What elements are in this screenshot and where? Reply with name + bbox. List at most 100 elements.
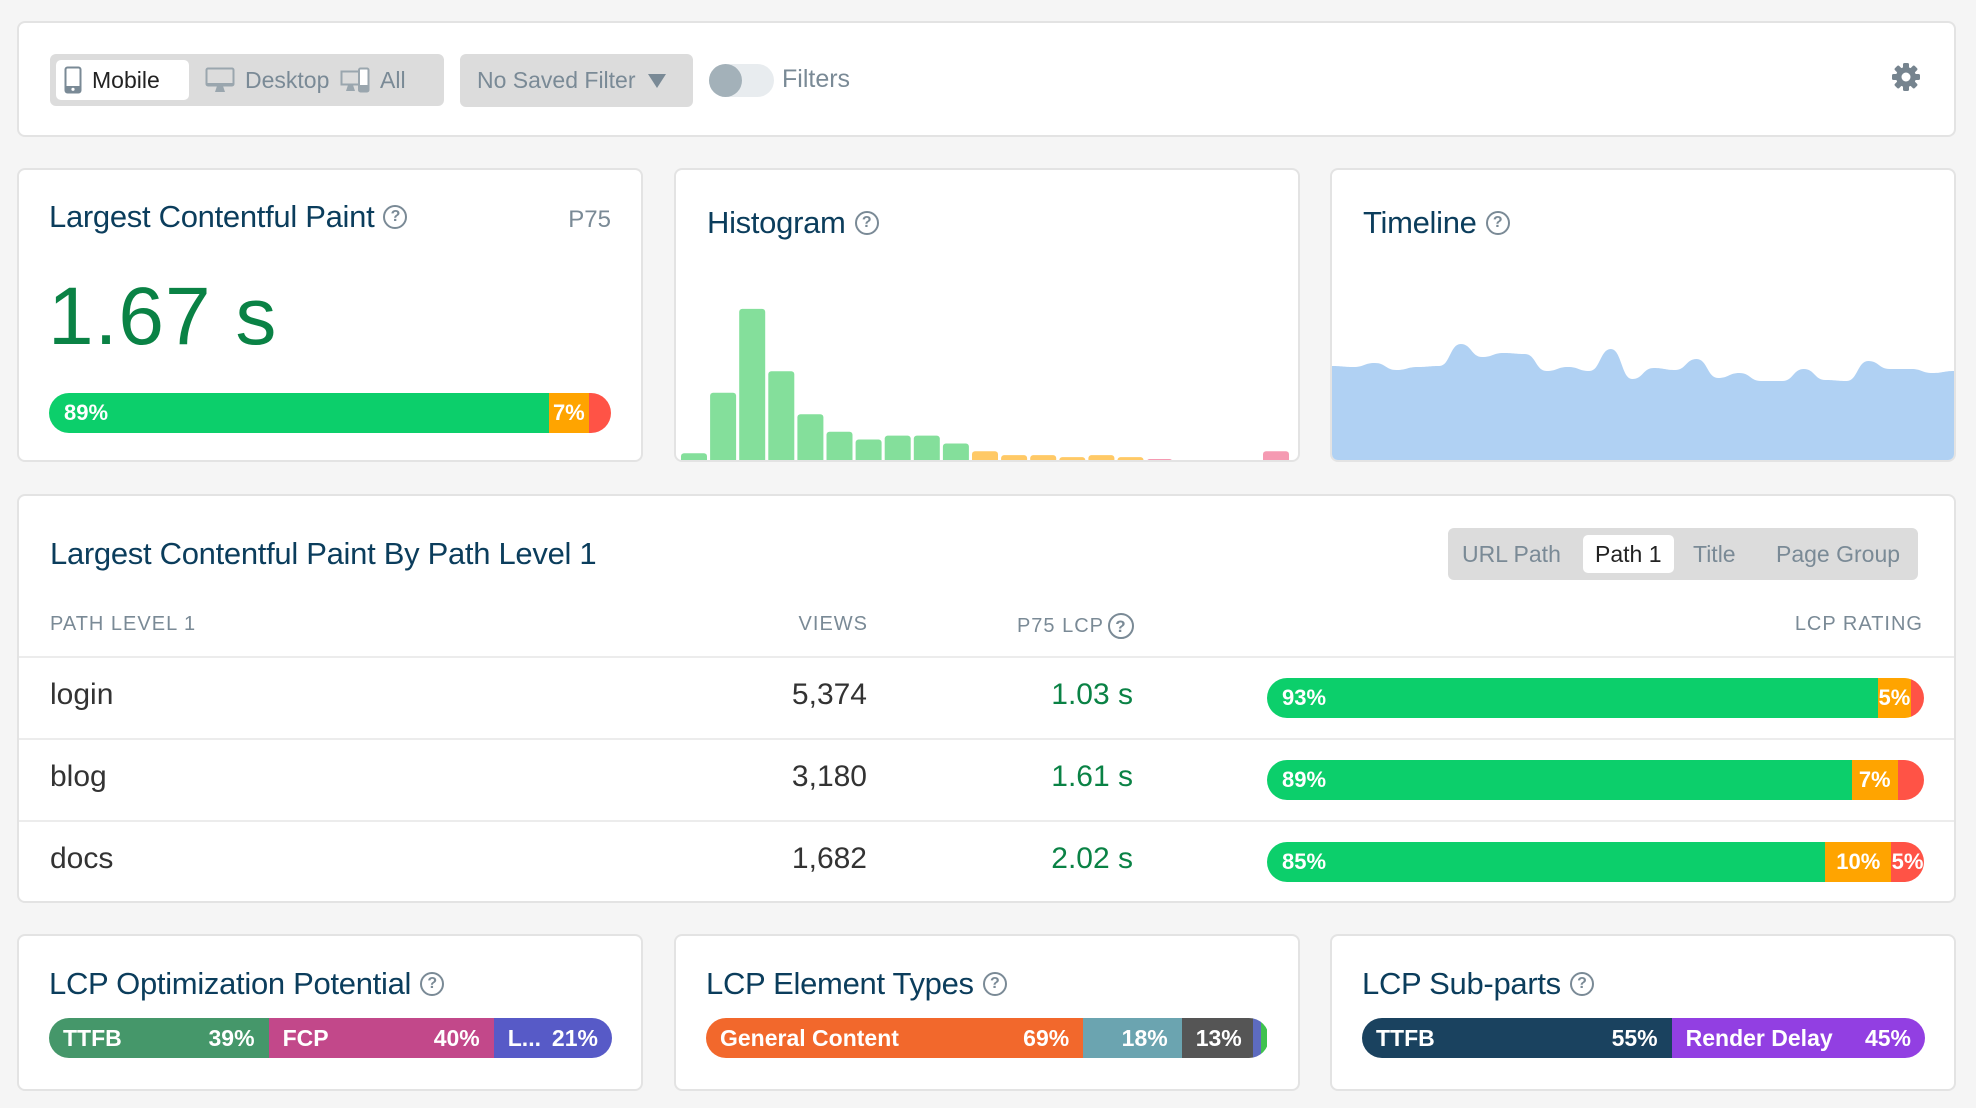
stack-segment[interactable]: Render Delay 45%	[1671, 1018, 1925, 1058]
histogram-bar[interactable]	[855, 439, 882, 460]
row-rating-bar[interactable]: 89% 7%	[1267, 760, 1924, 800]
rating-segment-ni[interactable]: 5%	[1878, 678, 1911, 718]
column-header-views[interactable]: VIEWS	[799, 613, 868, 636]
element-types-title-text: LCP Element Types	[706, 966, 974, 1001]
stack-segment[interactable]: 13%	[1181, 1018, 1254, 1058]
rating-segment-good[interactable]: 89%	[1267, 760, 1852, 800]
stack-segment[interactable]: L... 21%	[493, 1018, 612, 1058]
histogram-chart[interactable]	[676, 170, 1298, 460]
histogram-bar[interactable]	[913, 435, 940, 460]
row-views: 3,180	[791, 760, 867, 793]
histogram-bar[interactable]	[1059, 457, 1086, 460]
timeline-card: Timeline ?	[1330, 168, 1956, 462]
timeline-chart[interactable]	[1332, 170, 1954, 460]
lcp-rating-bar[interactable]: 89% 7%	[49, 393, 611, 433]
grouping-page-group[interactable]: Page Group	[1764, 535, 1912, 573]
stack-segment[interactable]	[1253, 1018, 1261, 1058]
row-path[interactable]: docs	[50, 842, 113, 876]
segment-name: FCP	[282, 1024, 329, 1051]
filters-toggle[interactable]	[709, 64, 774, 97]
grouping-title[interactable]: Title	[1681, 535, 1748, 573]
help-icon[interactable]: ?	[1569, 972, 1594, 996]
device-mobile-label: Mobile	[92, 66, 160, 93]
rating-segment-good[interactable]: 93%	[1267, 678, 1878, 718]
segment-percent: 45%	[1864, 1024, 1911, 1051]
caret-down-icon	[647, 73, 666, 88]
histogram-bar[interactable]	[1088, 455, 1115, 460]
subparts-title-text: LCP Sub-parts	[1362, 966, 1561, 1001]
rating-segment-poor[interactable]: 5%	[1891, 842, 1924, 882]
rating-segment-ni[interactable]: 7%	[1851, 760, 1898, 800]
rating-segment-good[interactable]: 89%	[49, 393, 550, 433]
filters-label: Filters	[782, 65, 851, 93]
histogram-bar[interactable]	[1030, 455, 1057, 460]
rating-segment-good[interactable]: 85%	[1267, 842, 1826, 882]
device-mobile-button[interactable]: Mobile	[56, 60, 189, 100]
subparts-bar[interactable]: TTFB 55% Render Delay 45%	[1362, 1018, 1925, 1058]
segment-percent: 40%	[433, 1024, 480, 1051]
stack-segment[interactable]: General Content 69%	[706, 1018, 1084, 1058]
column-header-p75[interactable]: P75 LCP ?	[1017, 613, 1134, 639]
help-icon[interactable]: ?	[383, 205, 408, 229]
rating-segment-poor[interactable]	[588, 393, 611, 433]
gear-icon[interactable]	[1890, 61, 1922, 93]
grouping-url-path[interactable]: URL Path	[1450, 535, 1573, 573]
lcp-summary-card: Largest Contentful Paint ? P75 1.67 s 89…	[17, 168, 643, 462]
device-selector: Mobile Desktop All	[50, 54, 444, 106]
grouping-path-1[interactable]: Path 1	[1583, 535, 1674, 573]
all-devices-icon	[340, 67, 370, 93]
help-icon[interactable]: ?	[420, 972, 445, 996]
device-all-button[interactable]: All	[332, 60, 414, 100]
row-rating-bar[interactable]: 85% 10% 5%	[1267, 842, 1924, 882]
histogram-bar[interactable]	[710, 392, 737, 460]
stack-segment[interactable]: FCP 40%	[268, 1018, 494, 1058]
column-header-p75-text: P75 LCP	[1016, 614, 1104, 637]
percentile-label: P75	[568, 206, 611, 233]
timeline-area[interactable]	[1332, 344, 1954, 460]
histogram-bar[interactable]	[942, 443, 969, 460]
histogram-bar[interactable]	[884, 435, 911, 460]
rating-segment-poor[interactable]	[1910, 678, 1924, 718]
histogram-bar[interactable]	[739, 308, 766, 460]
element-types-bar[interactable]: General Content 69% 18% 13%	[706, 1018, 1269, 1058]
segment-name: Render Delay	[1685, 1024, 1833, 1051]
subparts-title: LCP Sub-parts ?	[1362, 966, 1594, 1002]
histogram-bar[interactable]	[681, 453, 707, 460]
histogram-bar[interactable]	[1147, 459, 1173, 460]
histogram-bar[interactable]	[972, 451, 998, 460]
row-views: 1,682	[791, 842, 867, 875]
stack-segment[interactable]: TTFB 39%	[49, 1018, 269, 1058]
stack-segment[interactable]: 18%	[1083, 1018, 1182, 1058]
table-row[interactable]: blog 3,180 1.61 s 89% 7%	[19, 738, 1954, 820]
histogram-bar[interactable]	[1263, 451, 1289, 460]
row-path[interactable]: blog	[50, 760, 107, 794]
histogram-bar[interactable]	[1117, 457, 1144, 460]
segment-percent: 55%	[1611, 1024, 1658, 1051]
segment-percent: 39%	[208, 1024, 255, 1051]
segment-percent: 18%	[1121, 1024, 1168, 1051]
rating-segment-ni[interactable]: 7%	[549, 393, 589, 433]
optimization-bar[interactable]: TTFB 39% FCP 40% L... 21%	[49, 1018, 612, 1058]
histogram-bar[interactable]	[1001, 455, 1028, 460]
rating-segment-poor[interactable]	[1897, 760, 1924, 800]
help-icon[interactable]: ?	[982, 972, 1007, 996]
table-title: Largest Contentful Paint By Path Level 1	[50, 536, 597, 571]
help-icon[interactable]: ?	[1108, 613, 1134, 639]
row-path[interactable]: login	[50, 678, 113, 712]
column-header-rating[interactable]: LCP RATING	[1795, 613, 1923, 636]
rating-segment-ni[interactable]: 10%	[1825, 842, 1892, 882]
segment-percent: 21%	[551, 1024, 598, 1051]
saved-filter-dropdown[interactable]: No Saved Filter	[460, 54, 693, 107]
lcp-value: 1.67 s	[48, 271, 278, 362]
table-row[interactable]: login 5,374 1.03 s 93% 5%	[19, 656, 1954, 738]
row-rating-bar[interactable]: 93% 5%	[1267, 678, 1924, 718]
device-desktop-button[interactable]: Desktop	[197, 60, 337, 100]
histogram-bar[interactable]	[826, 431, 853, 460]
column-header-path[interactable]: PATH LEVEL 1	[50, 613, 196, 636]
stack-segment[interactable]	[1260, 1018, 1268, 1058]
histogram-bar[interactable]	[797, 414, 824, 460]
table-row[interactable]: docs 1,682 2.02 s 85% 10% 5%	[19, 820, 1954, 902]
histogram-bar[interactable]	[768, 371, 795, 460]
saved-filter-label: No Saved Filter	[477, 67, 636, 93]
stack-segment[interactable]: TTFB 55%	[1362, 1018, 1672, 1058]
